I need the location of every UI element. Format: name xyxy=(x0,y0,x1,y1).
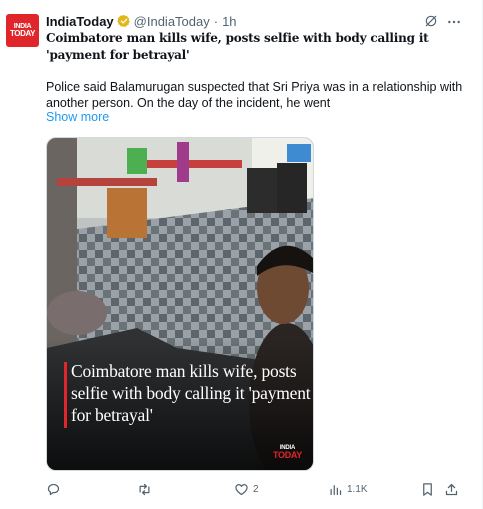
avatar-text-line2: TODAY xyxy=(9,29,36,38)
heart-icon xyxy=(235,483,248,495)
india-today-watermark: INDIA TODAY xyxy=(273,445,302,460)
tweet-header: IndiaToday @IndiaToday · 1h xyxy=(46,12,237,30)
reply-icon xyxy=(47,483,60,495)
post-time[interactable]: 1h xyxy=(222,14,236,29)
views-icon xyxy=(330,484,342,495)
separator-dot: · xyxy=(213,13,219,29)
like-count: 2 xyxy=(253,483,259,495)
views-button[interactable]: 1.1K xyxy=(328,479,368,499)
tweet-card[interactable]: INDIA TODAY IndiaToday @IndiaToday · 1h … xyxy=(0,0,483,509)
share-icon xyxy=(445,483,458,495)
media-image[interactable]: Coimbatore man kills wife, posts selfie … xyxy=(46,137,314,471)
bookmark-icon xyxy=(423,482,432,496)
bookmark-button[interactable] xyxy=(420,479,435,499)
verified-gold-icon[interactable] xyxy=(116,14,131,28)
caption-accent-bar xyxy=(64,362,67,428)
reply-button[interactable] xyxy=(46,479,65,499)
media-caption: Coimbatore man kills wife, posts selfie … xyxy=(71,361,311,425)
post-body: Police said Balamurugan suspected that S… xyxy=(46,80,463,110)
post-headline: Coimbatore man kills wife, posts selfie … xyxy=(46,31,429,62)
like-button[interactable]: 2 xyxy=(234,479,259,499)
avatar[interactable]: INDIA TODAY xyxy=(6,14,39,47)
views-count: 1.1K xyxy=(347,483,368,495)
repost-icon xyxy=(139,483,150,495)
repost-button[interactable] xyxy=(137,479,156,499)
watermark-line2: TODAY xyxy=(273,450,303,460)
show-more-link[interactable]: Show more xyxy=(46,110,109,124)
author-name[interactable]: IndiaToday xyxy=(46,14,114,29)
share-button[interactable] xyxy=(444,479,459,499)
grok-icon[interactable] xyxy=(424,14,438,28)
action-bar: 2 1.1K xyxy=(46,479,466,499)
more-options-icon[interactable] xyxy=(446,14,462,30)
author-handle[interactable]: @IndiaToday xyxy=(134,14,210,29)
